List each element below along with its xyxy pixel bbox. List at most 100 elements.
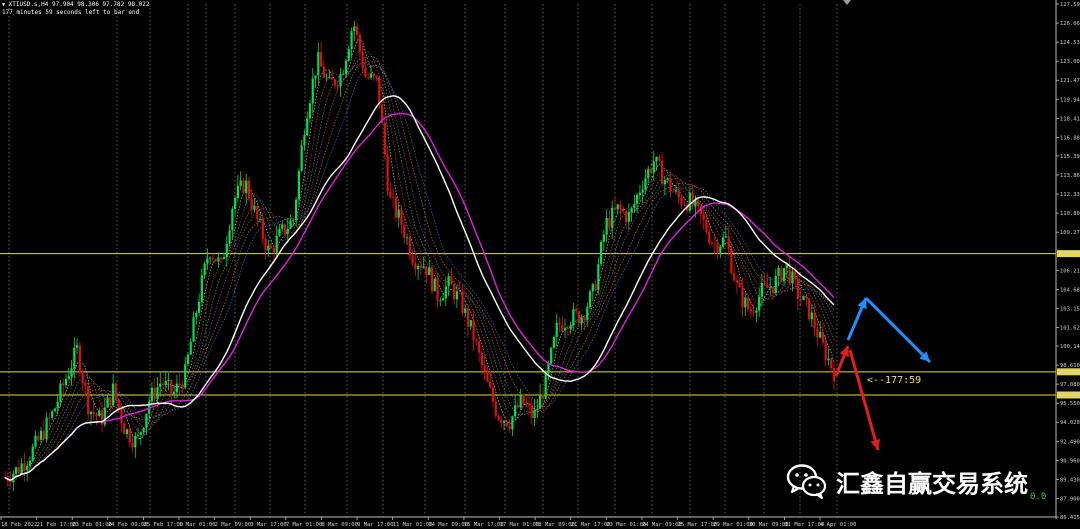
candle-body: [120, 408, 123, 424]
candle-body: [522, 394, 525, 405]
candle-body: [264, 238, 267, 251]
candle-body: [89, 411, 93, 415]
annotation-arrows[interactable]: [834, 296, 932, 451]
candle-body: [708, 231, 711, 243]
price-axis-label: 100.140: [1060, 344, 1080, 350]
candle-body: [661, 160, 664, 185]
candle-body: [766, 283, 769, 289]
price-axis[interactable]: 127.590 126.060 124.530 123.000 121.470 119.9…: [1055, 0, 1080, 521]
candle-body: [478, 341, 481, 353]
time-axis-label: 30 Mar 09:00: [749, 522, 789, 528]
red-down-arrow[interactable]: [848, 349, 880, 451]
horizontal-levels[interactable]: [0, 253, 1056, 396]
candle-body: [721, 237, 725, 247]
candle-body: [34, 435, 37, 447]
price-chart[interactable]: 127.590 126.060 124.530 123.000 121.470 119.9…: [0, 0, 1080, 529]
candle-body: [533, 409, 536, 418]
candle-body: [519, 394, 522, 408]
candle-body: [217, 257, 220, 262]
candle-body: [580, 317, 583, 324]
candle-body: [84, 382, 87, 387]
candle-body: [558, 322, 561, 325]
candle-body: [283, 224, 287, 235]
candle-body: [422, 266, 425, 268]
candle-body: [514, 405, 517, 417]
blue-down-arrow[interactable]: [864, 296, 932, 364]
candle-body: [186, 354, 190, 365]
candle-body: [56, 401, 59, 409]
candle-body: [472, 320, 475, 341]
candle-body: [622, 209, 625, 212]
candle-body: [619, 204, 622, 210]
candle-body: [791, 271, 794, 284]
candle-body: [630, 207, 633, 213]
candle-body: [816, 328, 819, 338]
candle-body: [805, 295, 808, 299]
candle-body: [544, 372, 547, 399]
time-axis-label: 24 Mar 09:00: [642, 522, 682, 528]
candle-body: [425, 266, 428, 276]
candle-body: [450, 276, 453, 284]
candle-body: [383, 122, 386, 155]
candle-body: [569, 325, 572, 329]
candle-body: [203, 263, 206, 276]
candle-body: [17, 467, 20, 474]
candle-body: [697, 200, 700, 206]
candle-body: [405, 237, 409, 239]
candle-body: [455, 291, 459, 300]
chart-window[interactable]: 127.590 126.060 124.530 123.000 121.470 119.9…: [0, 0, 1080, 529]
candle-body: [109, 397, 112, 406]
candle-body: [300, 145, 303, 171]
candle-body: [297, 170, 300, 200]
candle-body: [156, 387, 159, 400]
candle-body: [317, 52, 320, 76]
candle-body: [688, 192, 691, 211]
candle-body: [444, 286, 447, 299]
candle-body: [483, 365, 486, 372]
candle-body: [92, 411, 95, 414]
candle-body: [428, 267, 431, 276]
time-axis[interactable]: 18 Feb 2022 21 Feb 17:0023 Feb 01:0024 Fe…: [0, 516, 1056, 528]
candle-body: [447, 276, 450, 287]
candle-body: [372, 73, 375, 76]
candle-body: [400, 209, 403, 225]
candle-body: [453, 283, 456, 300]
candle-body: [228, 230, 231, 244]
candle-body: [677, 190, 680, 198]
candle-body: [278, 228, 281, 236]
moving-averages: [4, 95, 835, 481]
candle-body: [832, 368, 836, 382]
candle-body: [600, 241, 603, 265]
candle-body: [181, 384, 184, 388]
price-axis-label: 126.060: [1060, 21, 1080, 27]
candle-body: [75, 345, 79, 348]
price-axis-label: 104.685: [1060, 287, 1080, 293]
candle-body: [430, 267, 434, 292]
price-axis-label: 123.000: [1060, 59, 1080, 65]
candle-body: [367, 76, 370, 78]
wechat-icon: [786, 464, 827, 499]
time-axis-label: 7 Mar 01:00: [286, 522, 322, 528]
chart-shift-marker-icon[interactable]: [843, 0, 851, 5]
candle-body: [547, 363, 550, 373]
candle-body: [669, 178, 672, 192]
candle-body: [220, 257, 223, 259]
candle-body: [527, 404, 531, 406]
candle-body: [500, 419, 503, 423]
price-axis-label: 127.590: [1060, 2, 1080, 8]
candle-body: [716, 243, 719, 253]
candle-body: [361, 51, 364, 69]
candle-body: [794, 271, 797, 280]
candle-body: [616, 204, 619, 210]
price-axis-label: 92.490: [1060, 439, 1080, 445]
price-axis-label: 112.335: [1060, 192, 1080, 198]
candle-body: [649, 168, 653, 173]
menu-triangle-icon[interactable]: ▼: [2, 2, 5, 8]
candle-body: [550, 347, 553, 364]
candle-body: [461, 291, 464, 314]
candle-body: [26, 465, 29, 471]
candle-body: [100, 410, 104, 425]
candle-body: [713, 243, 716, 245]
time-axis-label: 25 Mar 17:00: [678, 522, 718, 528]
candle-body: [173, 392, 176, 395]
